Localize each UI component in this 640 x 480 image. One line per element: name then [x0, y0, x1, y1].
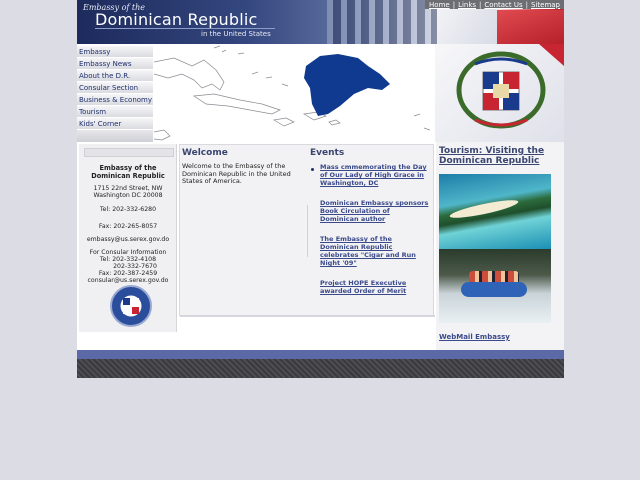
embassy-building-image	[327, 0, 437, 44]
top-link-contact[interactable]: Contact Us	[484, 1, 522, 9]
embassy-tel: Tel: 202-332-6280	[99, 206, 157, 213]
tourism-column: Tourism: Visiting the Dominican Republic…	[436, 142, 564, 350]
main-content: Welcome Welcome to the Embassy of the Do…	[179, 144, 435, 317]
top-links: Home | Links | Contact Us | Sitemap	[425, 0, 564, 9]
embassy-email[interactable]: embassy@us.serex.gov.do	[79, 236, 177, 244]
coat-of-arms-icon	[456, 44, 564, 129]
consular-seal-icon[interactable]	[110, 285, 152, 327]
top-link-sitemap[interactable]: Sitemap	[531, 1, 560, 9]
events-heading: Events	[310, 148, 345, 158]
embassy-name: Embassy of the Dominican Republic	[91, 164, 165, 180]
event-bullet	[311, 168, 314, 171]
nav-item-tourism[interactable]: Tourism	[77, 106, 153, 118]
site-header: Embassy of the Dominican Republic in the…	[77, 0, 564, 44]
header-title: Dominican Republic	[95, 10, 258, 29]
nav-item-about[interactable]: About the D.R.	[77, 70, 153, 82]
event-link-project-hope[interactable]: Project HOPE Executive awarded Order of …	[320, 279, 430, 295]
welcome-text: Welcome to the Embassy of the Dominican …	[182, 162, 291, 185]
embassy-fax: Fax: 202-265-8057	[98, 223, 158, 230]
top-link-links[interactable]: Links	[458, 1, 476, 9]
address-line-2: Washington DC 20008	[93, 192, 163, 199]
nav-item-consular[interactable]: Consular Section	[77, 82, 153, 94]
rafting-photo[interactable]	[439, 249, 551, 323]
page: Embassy of the Dominican Republic in the…	[77, 0, 564, 378]
contact-info: Embassy of the Dominican Republic 1715 2…	[79, 144, 177, 332]
header-divider	[95, 28, 275, 29]
nav-item-business[interactable]: Business & Economy	[77, 94, 153, 106]
consular-email[interactable]: consular@us.serex.gov.do	[79, 277, 177, 285]
footer-bar	[77, 350, 564, 359]
map-illustration	[153, 45, 431, 141]
caribbean-map	[153, 44, 435, 142]
top-link-home[interactable]: Home	[429, 1, 450, 9]
dominican-republic-shape	[304, 54, 390, 116]
event-link-mass[interactable]: Mass cmmemorating the Day of Our Lady of…	[320, 163, 430, 187]
info-search-bar	[84, 148, 174, 157]
tourism-heading[interactable]: Tourism: Visiting the Dominican Republic	[439, 146, 561, 166]
nav-item-embassy-news[interactable]: Embassy News	[77, 58, 153, 70]
nav-item-kids[interactable]: Kids' Corner	[77, 118, 153, 130]
event-link-book[interactable]: Dominican Embassy sponsors Book Circulat…	[320, 199, 430, 223]
coat-of-arms-image	[435, 44, 564, 142]
footer-pattern	[77, 359, 564, 378]
nav-footer	[77, 130, 153, 142]
welcome-heading: Welcome	[182, 148, 228, 158]
beach-photo[interactable]	[439, 174, 551, 249]
flag-red-stripe	[497, 10, 564, 44]
main-nav: Embassy Embassy News About the D.R. Cons…	[77, 46, 153, 142]
column-divider	[307, 205, 308, 257]
header-subtitle: in the United States	[201, 30, 271, 38]
webmail-link[interactable]: WebMail Embassy	[439, 333, 510, 341]
nav-item-embassy[interactable]: Embassy	[77, 46, 153, 58]
event-link-cigar-night[interactable]: The Embassy of the Dominican Republic ce…	[320, 235, 430, 267]
